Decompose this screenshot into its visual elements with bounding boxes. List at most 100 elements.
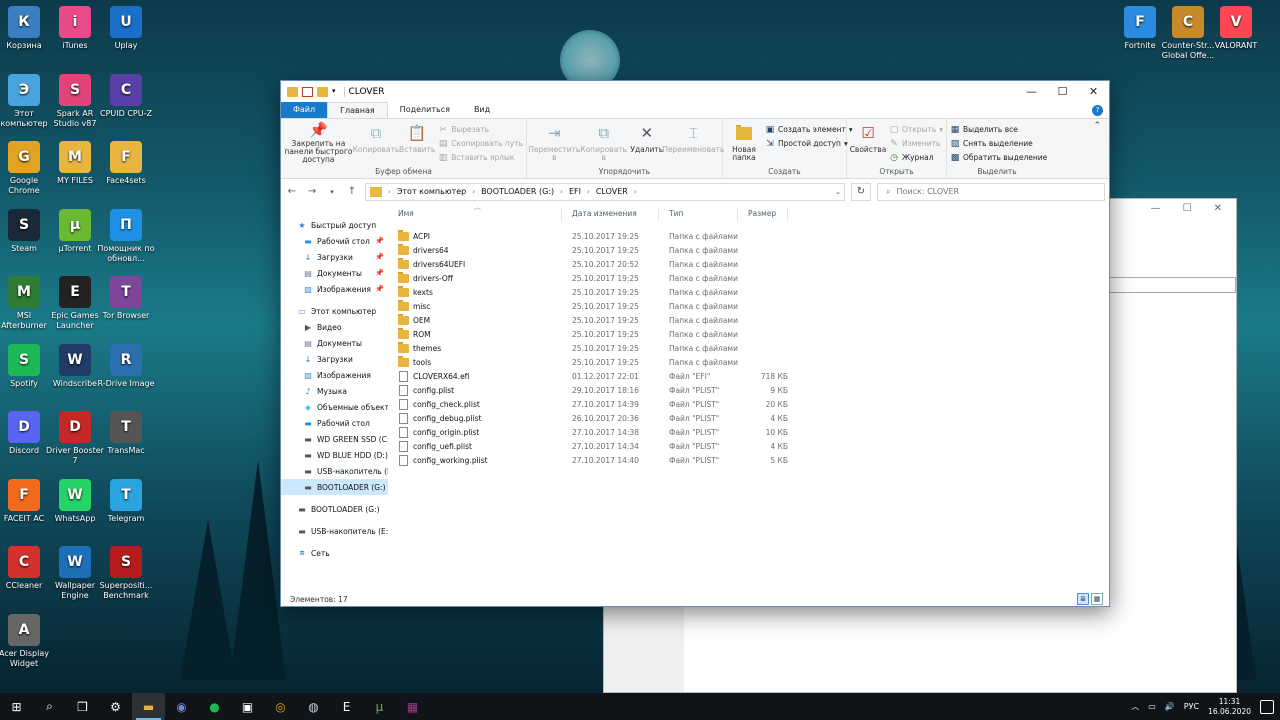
maximize-button[interactable]: ☐ <box>1047 81 1078 102</box>
table-row[interactable]: config_debug.plist 26.10.2017 20:36 Файл "… <box>388 411 1109 425</box>
column-date[interactable]: Дата изменения <box>562 207 659 221</box>
back-arrow-icon[interactable]: ← <box>285 186 299 197</box>
paste-button[interactable]: 📋 Вставить <box>399 122 435 164</box>
maximize-icon[interactable]: ☐ <box>1183 203 1192 219</box>
address-bar[interactable]: › Этот компьютер › BOOTLOADER (G:) › EFI… <box>365 182 845 201</box>
customize-dropdown-icon[interactable]: ▾ <box>332 87 336 97</box>
table-row[interactable]: tools 25.10.2017 19:25 Папка с файлами <box>388 355 1109 369</box>
language-indicator[interactable]: РУС <box>1184 702 1199 711</box>
taskbar-store-button[interactable]: ▣ <box>231 693 264 720</box>
tab-view[interactable]: Вид <box>462 102 502 118</box>
details-view-icon[interactable]: ≣ <box>1077 593 1089 605</box>
edit-button[interactable]: ✎ Изменить <box>889 137 943 150</box>
paste-shortcut-button[interactable]: ▥ Вставить ярлык <box>438 151 523 164</box>
nav-item[interactable]: ▨ Изображения 📌 <box>281 281 388 297</box>
nav-item[interactable]: ▨ Изображения <box>281 367 388 383</box>
close-icon[interactable]: ✕ <box>1214 203 1222 219</box>
copy-button[interactable]: ⧉ Копировать <box>353 122 400 164</box>
taskbar-utorrent-button[interactable]: µ <box>363 693 396 720</box>
help-icon[interactable]: ? <box>1092 105 1103 116</box>
invert-selection-button[interactable]: ▩ Обратить выделение <box>950 151 1048 164</box>
network-icon[interactable]: ▭ <box>1148 702 1156 711</box>
table-row[interactable]: config_working.plist 27.10.2017 14:40 Файл… <box>388 453 1109 467</box>
table-row[interactable]: config_origin.plist 27.10.2017 14:38 Файл … <box>388 425 1109 439</box>
tab-file[interactable]: Файл <box>281 102 328 118</box>
search-input[interactable]: ⌕ Поиск: CLOVER <box>877 182 1105 201</box>
table-row[interactable]: kexts 25.10.2017 19:25 Папка с файлами <box>388 285 1109 299</box>
taskbar-search-button[interactable]: ⌕ <box>33 693 66 720</box>
nav-item[interactable]: ▬ WD GREEN SSD (C:) <box>281 431 388 447</box>
open-button[interactable]: ▢ Открыть ▾ <box>889 123 943 136</box>
nav-item[interactable]: ▤ Документы 📌 <box>281 265 388 281</box>
nav-item[interactable]: ◈ Объемные объекты <box>281 399 388 415</box>
nav-item[interactable]: ▬ Рабочий стол 📌 <box>281 233 388 249</box>
tab-home[interactable]: Главная <box>327 102 388 118</box>
desktop-shortcut[interactable]: П Помощник по обновл... <box>96 208 156 264</box>
nav-item[interactable]: ▶ Видео <box>281 319 388 335</box>
chevron-up-icon[interactable]: ︿ <box>1131 701 1139 712</box>
select-none-button[interactable]: ▧ Снять выделение <box>950 137 1047 150</box>
up-arrow-icon[interactable]: ↑ <box>345 186 359 197</box>
table-row[interactable]: config.plist 29.10.2017 18:16 Файл "PLIST"… <box>388 383 1109 397</box>
nav-item[interactable]: ↓ Загрузки <box>281 351 388 367</box>
table-row[interactable]: config_uefi.plist 27.10.2017 14:34 Файл "P… <box>388 439 1109 453</box>
rename-button[interactable]: ⌶ Переименовать <box>662 122 724 164</box>
large-icons-view-icon[interactable]: ▦ <box>1091 593 1103 605</box>
taskbar-settings-button[interactable]: ⚙ <box>99 693 132 720</box>
desktop-shortcut[interactable]: R R-Drive Image <box>96 343 156 389</box>
nav-item[interactable]: ▬ USB-накопитель (E:) <box>281 523 388 539</box>
select-all-button[interactable]: ▦ Выделить все <box>950 123 1047 136</box>
table-row[interactable]: themes 25.10.2017 19:25 Папка с файлами <box>388 341 1109 355</box>
nav-item[interactable]: ▤ Документы <box>281 335 388 351</box>
notifications-icon[interactable] <box>1260 699 1274 714</box>
desktop-shortcut[interactable]: T TransMac <box>96 411 156 456</box>
desktop-shortcut[interactable]: T Telegram <box>96 478 156 524</box>
file-explorer-window[interactable]: ▾ CLOVER — ☐ ✕ Файл Главная Поделиться В… <box>280 80 1110 607</box>
desktop-shortcut[interactable]: A Acer Display Widget <box>0 613 54 669</box>
address-history-chevron-down-icon[interactable]: ⌄ <box>835 188 841 196</box>
copy-path-button[interactable]: ▤ Скопировать путь <box>438 137 523 150</box>
new-folder-icon[interactable] <box>317 86 328 97</box>
table-row[interactable]: config_check.plist 27.10.2017 14:39 Файл "… <box>388 397 1109 411</box>
properties-icon[interactable] <box>302 86 313 97</box>
taskbar-winrar-button[interactable]: ▦ <box>396 693 429 720</box>
taskbar-chrome-button[interactable]: ◎ <box>264 693 297 720</box>
table-row[interactable]: drivers64UEFI 25.10.2017 20:52 Папка с фай… <box>388 257 1109 271</box>
cut-button[interactable]: ✂ Вырезать <box>438 123 523 136</box>
nav-item[interactable]: ⧈ Сеть <box>281 545 388 561</box>
title-bar[interactable]: ▾ CLOVER — ☐ ✕ <box>281 81 1109 102</box>
volume-icon[interactable]: 🔊 <box>1165 702 1175 711</box>
nav-item[interactable]: ▬ USB-накопитель (E <box>281 463 388 479</box>
taskbar-steam-button[interactable]: ◍ <box>297 693 330 720</box>
nav-item[interactable]: ★ Быстрый доступ <box>281 217 388 233</box>
forward-arrow-icon[interactable]: → <box>305 186 319 197</box>
tab-share[interactable]: Поделиться <box>388 102 462 118</box>
table-row[interactable]: drivers64 25.10.2017 19:25 Папка с файлами <box>388 243 1109 257</box>
nav-item[interactable]: ▬ BOOTLOADER (G:) <box>281 479 388 495</box>
file-list[interactable]: ︿ Имя Дата изменения Тип Размер ACPI 25.1… <box>388 203 1109 592</box>
column-size[interactable]: Размер <box>738 207 788 221</box>
table-row[interactable]: ACPI 25.10.2017 19:25 Папка с файлами <box>388 229 1109 243</box>
nav-item[interactable]: ↓ Загрузки 📌 <box>281 249 388 265</box>
nav-item[interactable]: ▬ Рабочий стол <box>281 415 388 431</box>
desktop-shortcut[interactable]: T Tor Browser <box>96 276 156 321</box>
nav-item[interactable]: ▬ BOOTLOADER (G:) <box>281 501 388 517</box>
taskbar-discord-button[interactable]: ◉ <box>165 693 198 720</box>
minimize-icon[interactable]: — <box>1151 203 1161 219</box>
collapse-ribbon-icon[interactable]: ⌃ <box>1093 121 1101 131</box>
breadcrumb-this-pc[interactable]: Этот компьютер <box>397 187 466 196</box>
breadcrumb-efi[interactable]: EFI <box>569 187 581 196</box>
new-folder-button[interactable]: Новая папка <box>726 122 762 164</box>
clock[interactable]: 11:31 16.06.2020 <box>1208 697 1251 717</box>
taskbar-file-explorer-button[interactable]: ▬ <box>132 693 165 720</box>
breadcrumb-clover[interactable]: CLOVER <box>596 187 628 196</box>
navigation-pane[interactable]: ★ Быстрый доступ ▬ Рабочий стол 📌 ↓ Загрузки 📌 ▤… <box>281 205 388 592</box>
desktop-shortcut[interactable]: S Superpositi... Benchmark <box>96 546 156 601</box>
table-row[interactable]: ROM 25.10.2017 19:25 Папка с файлами <box>388 327 1109 341</box>
move-to-button[interactable]: ⇥ Переместить в <box>528 122 580 164</box>
minimize-button[interactable]: — <box>1016 81 1047 102</box>
history-button[interactable]: ◷ Журнал <box>889 151 943 164</box>
breadcrumb-bootloader[interactable]: BOOTLOADER (G:) <box>481 187 554 196</box>
nav-item[interactable]: ▬ WD BLUE HDD (D:) <box>281 447 388 463</box>
desktop-shortcut[interactable]: V VALORANT <box>1206 6 1266 51</box>
